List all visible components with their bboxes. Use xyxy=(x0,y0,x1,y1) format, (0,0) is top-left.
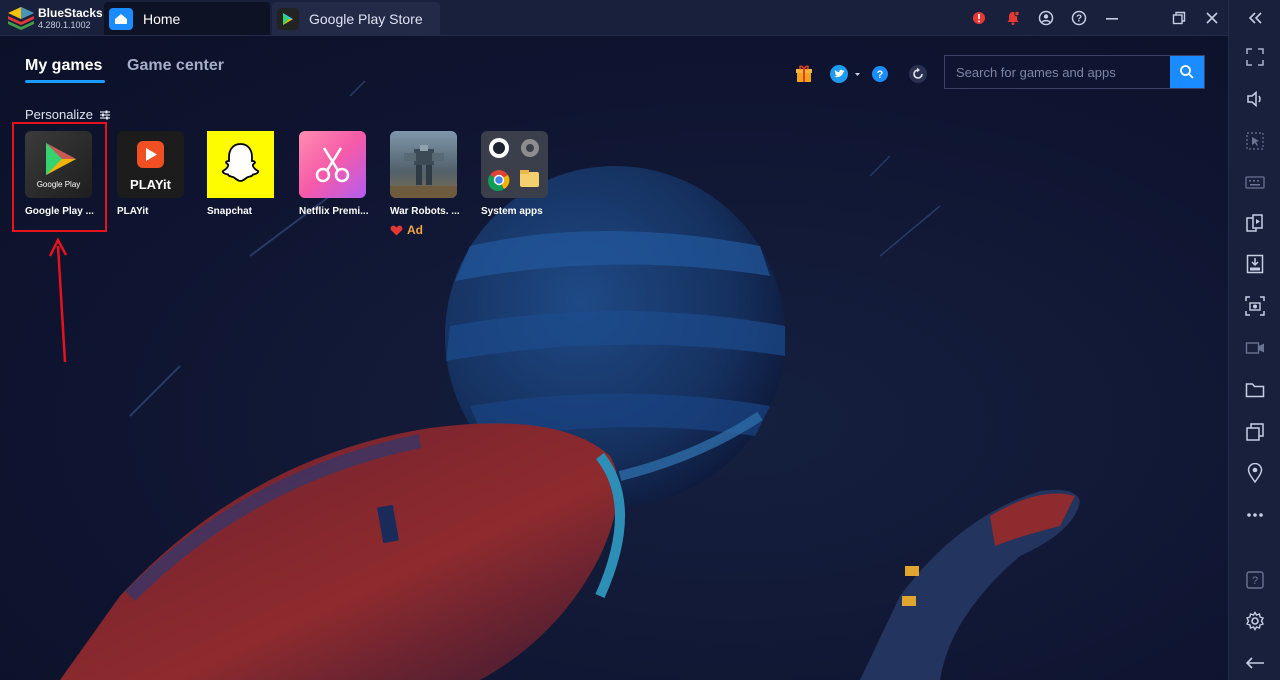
help-icon[interactable]: ? xyxy=(1069,8,1089,28)
location-icon[interactable] xyxy=(1243,461,1267,485)
tab-google-play-store[interactable]: Google Play Store xyxy=(272,2,440,35)
alert-icon[interactable] xyxy=(969,8,989,28)
app-system-apps[interactable]: System apps xyxy=(481,131,561,217)
screenshot-icon[interactable] xyxy=(1243,294,1267,318)
more-icon[interactable] xyxy=(1243,503,1267,527)
heart-icon xyxy=(390,225,403,235)
close-icon[interactable] xyxy=(1202,8,1222,28)
search-icon xyxy=(1180,65,1194,79)
keyboard-icon[interactable] xyxy=(1243,170,1267,194)
home-icon xyxy=(109,7,133,30)
personalize-button[interactable]: Personalize xyxy=(25,107,111,122)
twitter-icon[interactable] xyxy=(829,63,863,85)
info-help-icon[interactable]: ? xyxy=(869,63,891,85)
tab-home[interactable]: Home xyxy=(104,2,270,35)
svg-text:?: ? xyxy=(1252,575,1258,587)
app-name: War Robots. ... xyxy=(390,206,460,217)
active-tab-indicator xyxy=(25,80,105,83)
record-icon[interactable] xyxy=(1243,336,1267,360)
personalize-label: Personalize xyxy=(25,107,93,122)
svg-text:?: ? xyxy=(1076,14,1082,25)
playit-icon-caption: PLAYit xyxy=(130,177,171,192)
bluestacks-window: BlueStacks 4.280.1.1002 Home Google Play… xyxy=(0,0,1280,680)
collapse-sidebar-icon[interactable] xyxy=(1243,6,1267,30)
app-war-robots[interactable]: War Robots. ... Ad xyxy=(390,131,470,237)
ad-label: Ad xyxy=(407,223,423,237)
settings-icon[interactable] xyxy=(1243,609,1267,633)
copy-icon[interactable] xyxy=(1243,420,1267,444)
main-content: My games Game center ? Personalize xyxy=(0,36,1228,680)
svg-text:?: ? xyxy=(877,69,884,81)
tab-google-play-label: Google Play Store xyxy=(309,10,423,27)
volume-icon[interactable] xyxy=(1243,87,1267,111)
minimize-icon[interactable] xyxy=(1102,8,1122,28)
pointer-icon[interactable] xyxy=(1243,129,1267,153)
app-netflix-premium[interactable]: Netflix Premi... xyxy=(299,131,379,217)
app-name: BlueStacks xyxy=(38,6,103,20)
title-bar: BlueStacks 4.280.1.1002 Home Google Play… xyxy=(0,0,1280,36)
playit-app-icon: PLAYit xyxy=(117,131,184,198)
ad-badge: Ad xyxy=(390,223,470,237)
back-icon[interactable] xyxy=(1243,651,1267,675)
fullscreen-icon[interactable] xyxy=(1243,45,1267,69)
app-snapchat[interactable]: Snapchat xyxy=(207,131,287,217)
search-box xyxy=(944,55,1205,89)
app-name: System apps xyxy=(481,206,543,217)
search-input[interactable] xyxy=(945,56,1170,88)
refresh-icon[interactable] xyxy=(907,63,929,85)
tab-game-center[interactable]: Game center xyxy=(127,57,224,75)
sliders-icon xyxy=(99,110,110,119)
app-name: PLAYit xyxy=(117,206,149,217)
right-sidebar: ? xyxy=(1228,0,1280,680)
search-button[interactable] xyxy=(1170,56,1204,88)
annotation-arrow xyxy=(48,237,68,363)
google-play-icon xyxy=(277,7,299,30)
folder-icon[interactable] xyxy=(1243,378,1267,402)
war-robots-app-icon xyxy=(390,131,457,198)
gift-icon[interactable] xyxy=(793,63,815,85)
system-apps-folder-icon xyxy=(481,131,548,198)
annotation-highlight-box xyxy=(12,122,107,232)
app-name: Snapchat xyxy=(207,206,253,217)
app-version: 4.280.1.1002 xyxy=(38,20,91,30)
notification-bell-icon[interactable] xyxy=(1003,8,1023,28)
account-icon[interactable] xyxy=(1036,8,1056,28)
tab-home-label: Home xyxy=(143,10,181,27)
app-name: Netflix Premi... xyxy=(299,206,369,217)
bluestacks-logo xyxy=(8,7,34,30)
tab-my-games[interactable]: My games xyxy=(25,57,102,75)
help-icon[interactable]: ? xyxy=(1243,568,1267,592)
install-apk-icon[interactable] xyxy=(1243,252,1267,276)
multi-instance-icon[interactable] xyxy=(1243,211,1267,235)
snapchat-ghost-icon xyxy=(207,131,274,198)
scissors-app-icon xyxy=(299,131,366,198)
app-playit[interactable]: PLAYit PLAYit xyxy=(117,131,197,217)
restore-icon[interactable] xyxy=(1169,8,1189,28)
